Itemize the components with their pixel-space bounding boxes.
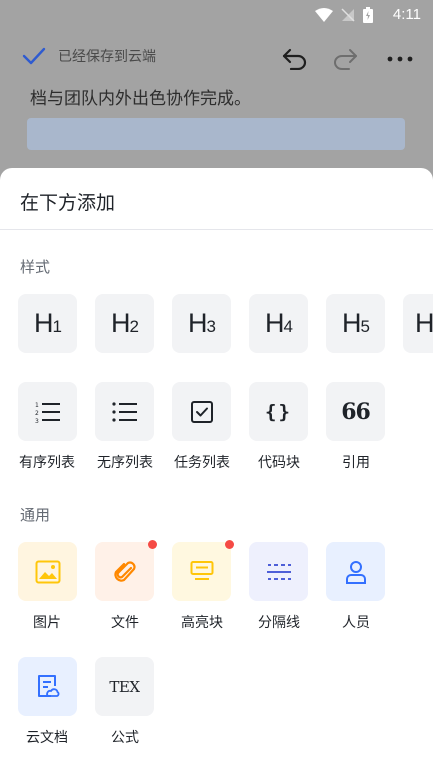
image-label: 图片 (33, 615, 61, 631)
person-label: 人员 (342, 615, 370, 631)
ordered-list-icon: 1 2 3 (35, 402, 60, 424)
wifi-icon (315, 8, 333, 22)
sheet-title: 在下方添加 (20, 192, 116, 214)
status-time: 4:11 (392, 6, 421, 23)
battery-icon (363, 7, 373, 23)
insert-bottom-sheet: 在下方添加 样式 H1 H2 H3 H4 H5 H 1 2 3 {} 66 有序… (0, 168, 433, 769)
code-block-icon: {} (265, 400, 292, 423)
code-block-label: 代码块 (258, 455, 300, 471)
file-label: 文件 (111, 615, 139, 631)
quote-icon: 66 (341, 398, 371, 425)
editor-toolbar: 已经保存到云端 (0, 40, 433, 80)
highlight-block-icon (190, 560, 213, 580)
divider-label: 分隔线 (258, 615, 300, 631)
section-label-style: 样式 (20, 258, 51, 276)
more-button[interactable] (385, 44, 415, 74)
check-icon (22, 47, 46, 65)
divider-icon (266, 563, 291, 580)
undo-button[interactable] (280, 44, 310, 74)
document-text-line: 档与团队内外出色协作完成。 (30, 89, 251, 109)
code-block-button[interactable]: {} (249, 382, 308, 441)
person-icon (345, 560, 366, 584)
heading-5-icon: H5 (342, 308, 370, 338)
file-button[interactable] (95, 542, 154, 601)
section-label-general: 通用 (20, 506, 51, 524)
redo-button[interactable] (330, 44, 360, 74)
heading-4-icon: H4 (265, 308, 293, 338)
attachment-icon (113, 560, 136, 582)
task-list-label: 任务列表 (174, 455, 230, 471)
cloud-doc-icon (37, 674, 59, 697)
undo-icon (282, 48, 307, 70)
image-button[interactable] (18, 542, 77, 601)
person-button[interactable] (326, 542, 385, 601)
redo-icon (334, 49, 357, 70)
status-icons (315, 7, 373, 23)
formula-label: 公式 (111, 730, 139, 746)
no-signal-icon (341, 8, 355, 22)
formula-button[interactable]: TEX (95, 657, 154, 716)
heading-4-button[interactable]: H4 (249, 294, 308, 353)
file-new-badge (148, 540, 157, 549)
save-status: 已经保存到云端 (22, 46, 156, 66)
heading-5-button[interactable]: H5 (326, 294, 385, 353)
save-status-text: 已经保存到云端 (58, 49, 156, 65)
highlight-new-badge (225, 540, 234, 549)
svg-text:2: 2 (35, 410, 39, 417)
highlight-block-button[interactable] (172, 542, 231, 601)
heading-2-icon: H2 (111, 308, 139, 338)
heading-6-button[interactable]: H (403, 294, 433, 353)
heading-1-icon: H1 (34, 308, 62, 338)
task-list-icon (190, 400, 213, 423)
task-list-button[interactable] (172, 382, 231, 441)
ordered-list-label: 有序列表 (19, 455, 75, 471)
svg-text:1: 1 (35, 402, 39, 409)
quote-button[interactable]: 66 (326, 382, 385, 441)
bullet-list-label: 无序列表 (97, 455, 153, 471)
cloud-doc-label: 云文档 (26, 730, 68, 746)
sheet-divider (0, 229, 433, 230)
heading-1-button[interactable]: H1 (18, 294, 77, 353)
bullet-list-icon (111, 401, 137, 422)
heading-3-icon: H3 (188, 308, 216, 338)
formula-icon: TEX (109, 677, 140, 696)
svg-text:3: 3 (35, 418, 39, 424)
status-bar: 4:11 (0, 0, 433, 30)
bullet-list-button[interactable] (95, 382, 154, 441)
heading-3-button[interactable]: H3 (172, 294, 231, 353)
highlight-block-label: 高亮块 (181, 615, 223, 631)
divider-button[interactable] (249, 542, 308, 601)
heading-2-button[interactable]: H2 (95, 294, 154, 353)
image-icon (35, 560, 60, 583)
heading-6-icon: H (415, 308, 433, 338)
ordered-list-button[interactable]: 1 2 3 (18, 382, 77, 441)
quote-label: 引用 (342, 455, 370, 471)
document-placeholder-block (27, 118, 405, 150)
more-icon (387, 56, 413, 62)
cloud-doc-button[interactable] (18, 657, 77, 716)
